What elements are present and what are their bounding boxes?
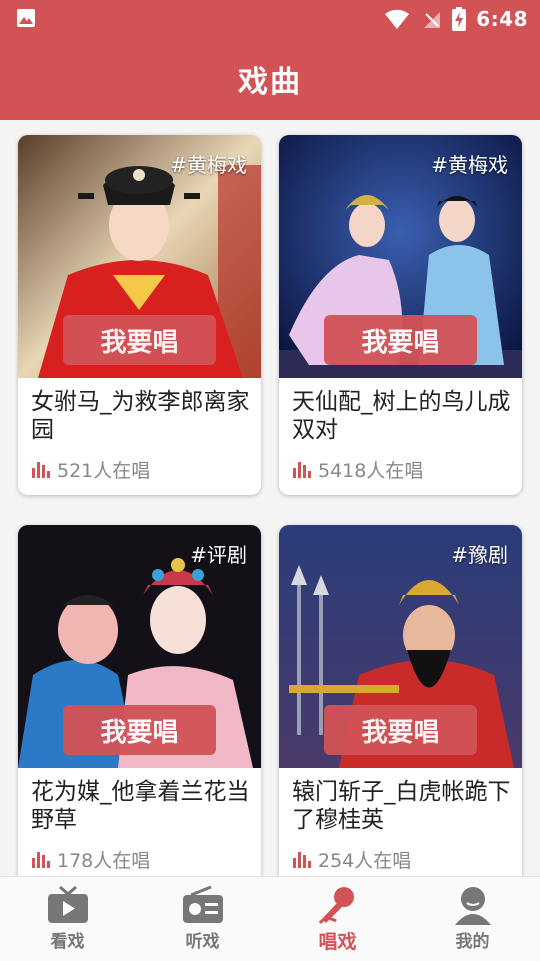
opera-card[interactable]: #豫剧 我要唱 辕门斩子_白虎帐跪下了穆桂英 254人在唱 — [279, 525, 522, 876]
opera-thumbnail[interactable]: #黄梅戏 我要唱 — [279, 135, 522, 378]
tab-my[interactable]: 我的 — [405, 877, 540, 961]
tab-watch-opera[interactable]: 看戏 — [0, 877, 135, 961]
genre-tag: #评剧 — [190, 543, 247, 567]
user-icon — [454, 887, 491, 925]
opera-title: 辕门斩子_白虎帐跪下了穆桂英 — [292, 779, 511, 833]
opera-card[interactable]: #评剧 我要唱 花为媒_他拿着兰花当野草 178人在唱 — [18, 525, 261, 876]
page-title: 戏曲 — [238, 65, 302, 100]
opera-title: 花为媒_他拿着兰花当野草 — [31, 779, 250, 833]
sing-button[interactable]: 我要唱 — [324, 315, 477, 365]
status-time: 6:48 — [476, 7, 528, 31]
singer-count-text: 178人在唱 — [57, 849, 151, 872]
image-notification-icon — [17, 9, 35, 27]
app-bar: 戏曲 — [0, 38, 540, 120]
tab-listen-opera[interactable]: 听戏 — [135, 877, 270, 961]
bar-chart-icon — [293, 852, 311, 868]
tab-label: 听戏 — [185, 932, 220, 952]
singer-count: 178人在唱 — [31, 846, 150, 872]
tab-sing-opera[interactable]: 唱戏 — [270, 877, 405, 961]
genre-tag: #黄梅戏 — [431, 153, 508, 177]
sing-button[interactable]: 我要唱 — [324, 705, 477, 755]
singer-count-text: 254人在唱 — [318, 849, 412, 872]
tab-label: 看戏 — [50, 932, 85, 952]
no-signal-icon — [424, 12, 441, 28]
singer-count: 254人在唱 — [292, 846, 411, 872]
singer-count: 521人在唱 — [31, 456, 150, 482]
microphone-icon — [318, 887, 354, 924]
singer-count-text: 521人在唱 — [57, 459, 151, 482]
singer-count-text: 5418人在唱 — [318, 459, 424, 482]
tab-label: 唱戏 — [318, 931, 357, 953]
opera-thumbnail[interactable]: #豫剧 我要唱 — [279, 525, 522, 768]
status-bar: 6:48 — [0, 0, 540, 38]
wifi-icon — [385, 9, 410, 30]
genre-tag: #豫剧 — [451, 543, 508, 567]
radio-icon — [182, 885, 223, 923]
opera-thumbnail[interactable]: #评剧 我要唱 — [18, 525, 261, 768]
genre-tag: #黄梅戏 — [170, 153, 247, 177]
opera-thumbnail[interactable]: #黄梅戏 我要唱 — [18, 135, 261, 378]
opera-title: 女驸马_为救李郎离家园 — [31, 389, 250, 443]
opera-title: 天仙配_树上的鸟儿成双对 — [292, 389, 511, 443]
sing-button[interactable]: 我要唱 — [63, 315, 216, 365]
bar-chart-icon — [293, 462, 311, 478]
tab-label: 我的 — [455, 932, 490, 952]
opera-card[interactable]: #黄梅戏 我要唱 天仙配_树上的鸟儿成双对 5418人在唱 — [279, 135, 522, 495]
bar-chart-icon — [32, 462, 50, 478]
bottom-tab-bar: 看戏 听戏 唱戏 我的 — [0, 876, 540, 961]
singer-count: 5418人在唱 — [292, 456, 423, 482]
bar-chart-icon — [32, 852, 50, 868]
sing-button[interactable]: 我要唱 — [63, 705, 216, 755]
tv-play-icon — [47, 885, 88, 923]
opera-grid[interactable]: #黄梅戏 我要唱 女驸马_为救李郎离家园 521人在唱 #黄梅戏 我要唱 天仙配… — [0, 120, 540, 876]
opera-card[interactable]: #黄梅戏 我要唱 女驸马_为救李郎离家园 521人在唱 — [18, 135, 261, 495]
battery-charging-icon — [452, 7, 467, 31]
